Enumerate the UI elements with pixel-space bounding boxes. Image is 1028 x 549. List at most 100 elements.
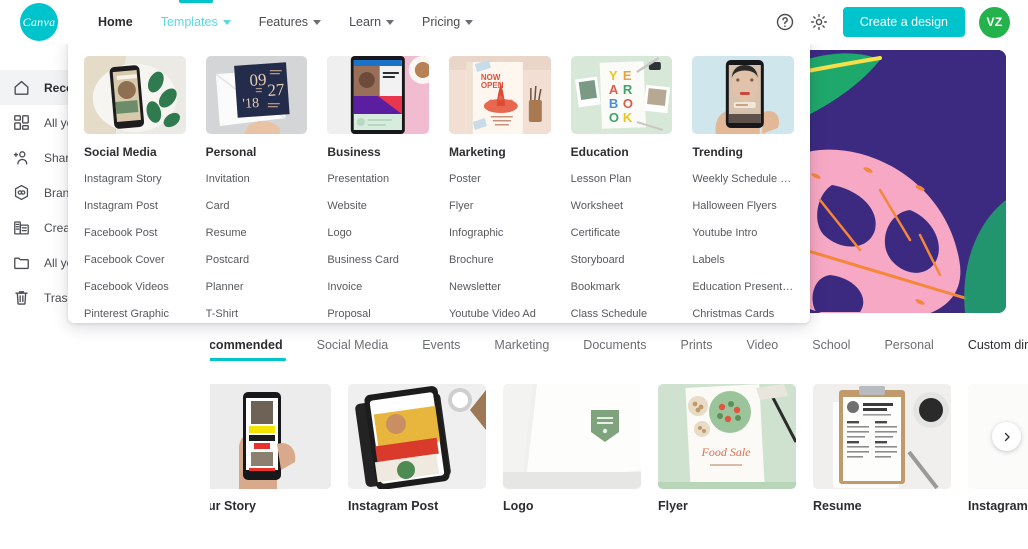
dropdown-column-title: Education: [570, 145, 629, 159]
help-circle-icon[interactable]: [775, 12, 795, 32]
dropdown-column-title: Personal: [205, 145, 257, 159]
navy-date-invitation-thumbnail[interactable]: 09 27 '18: [205, 56, 308, 134]
dropdown-link[interactable]: Proposal: [327, 309, 429, 320]
phone-midyear-sale-thumbnail[interactable]: [348, 384, 486, 489]
dropdown-link[interactable]: Invitation: [206, 174, 308, 185]
dropdown-column-marketing: NOW OPEN Marketing Poster Flyer Infograp…: [448, 56, 551, 320]
green-fresh-co-logo-thumbnail[interactable]: [503, 384, 641, 489]
custom-dimensions-button[interactable]: Custom dimensions: [968, 338, 1028, 361]
dropdown-link[interactable]: Storyboard: [571, 255, 673, 266]
carousel-next-button[interactable]: [992, 422, 1021, 451]
svg-text:O: O: [622, 96, 632, 111]
dropdown-column-business: Business Presentation Website Logo Busin…: [327, 56, 429, 320]
dropdown-link[interactable]: Logo: [327, 228, 429, 239]
dropdown-link[interactable]: Flyer: [449, 201, 551, 212]
tab-documents[interactable]: Documents: [583, 338, 646, 361]
gear-icon[interactable]: [809, 12, 829, 32]
dropdown-link[interactable]: Worksheet: [571, 201, 673, 212]
nav-label: Pricing: [422, 15, 461, 29]
nav-label: Home: [98, 15, 133, 29]
dropdown-column-title: Social Media: [84, 145, 157, 159]
template-card[interactable]: Your Story: [193, 384, 331, 514]
tab-marketing[interactable]: Marketing: [494, 338, 549, 361]
card-label: Instagram: [968, 499, 1028, 513]
chevron-down-icon: [386, 19, 395, 25]
category-tabs: Recommended Social Media Events Marketin…: [190, 338, 1028, 368]
nav-label: Templates: [160, 15, 218, 29]
now-open-poster-thumbnail[interactable]: NOW OPEN: [448, 56, 551, 134]
dropdown-link[interactable]: Certificate: [571, 228, 673, 239]
dropdown-link[interactable]: Facebook Post: [84, 228, 186, 239]
phone-instagram-story-thumbnail[interactable]: [84, 56, 186, 134]
svg-text:Food Sale: Food Sale: [701, 445, 752, 459]
dropdown-link[interactable]: Invoice: [327, 282, 429, 293]
tab-video[interactable]: Video: [746, 338, 778, 361]
dropdown-link[interactable]: Website: [327, 201, 429, 212]
dropdown-link[interactable]: Instagram Story: [84, 174, 186, 185]
tab-social-media[interactable]: Social Media: [317, 338, 389, 361]
nav-item-pricing[interactable]: Pricing: [408, 0, 487, 44]
main-nav: Home Templates Features Learn Pricing: [84, 0, 487, 44]
dropdown-link[interactable]: Labels: [692, 255, 794, 266]
nav-item-templates[interactable]: Templates: [147, 0, 245, 44]
header-actions: Create a design VZ: [775, 6, 1010, 38]
nav-item-learn[interactable]: Learn: [335, 0, 408, 44]
svg-text:B: B: [608, 96, 617, 111]
tab-personal[interactable]: Personal: [884, 338, 933, 361]
dropdown-link[interactable]: Instagram Post: [84, 201, 186, 212]
hand-holding-phone-thumbnail[interactable]: [692, 56, 794, 134]
dropdown-link[interactable]: Class Schedule: [571, 309, 673, 320]
tab-events[interactable]: Events: [422, 338, 460, 361]
trash-icon: [12, 288, 31, 307]
nav-item-home[interactable]: Home: [84, 0, 147, 44]
clipboard-resume-thumbnail[interactable]: [813, 384, 951, 489]
template-card[interactable]: Food Sale Flyer: [658, 384, 796, 514]
dropdown-link[interactable]: Facebook Videos: [84, 282, 186, 293]
svg-text:Y: Y: [608, 68, 617, 83]
folder-icon: [12, 253, 31, 272]
create-a-design-button[interactable]: Create a design: [842, 7, 965, 37]
template-card-row: Your Story Instagram Post Logo Food Sale…: [193, 384, 1028, 514]
tab-school[interactable]: School: [812, 338, 850, 361]
food-sale-flyer-thumbnail[interactable]: Food Sale: [658, 384, 796, 489]
user-avatar[interactable]: VZ: [979, 6, 1010, 38]
dropdown-link[interactable]: Bookmark: [571, 282, 673, 293]
template-card[interactable]: Instagram: [968, 384, 1028, 514]
dropdown-link[interactable]: Newsletter: [449, 282, 551, 293]
dropdown-link[interactable]: Brochure: [449, 255, 551, 266]
dropdown-link[interactable]: Lesson Plan: [571, 174, 673, 185]
dropdown-link[interactable]: Resume: [206, 228, 308, 239]
nav-item-features[interactable]: Features: [245, 0, 335, 44]
dropdown-link[interactable]: Infographic: [449, 228, 551, 239]
dropdown-link[interactable]: Planner: [206, 282, 308, 293]
dropdown-link[interactable]: Card: [206, 201, 308, 212]
svg-text:E: E: [622, 68, 631, 83]
share-person-icon: [12, 148, 31, 167]
dropdown-link[interactable]: Youtube Intro: [692, 228, 794, 239]
template-card[interactable]: Logo: [503, 384, 641, 514]
dropdown-column-personal: 09 27 '18 Personal Invitation Card Resum: [205, 56, 308, 320]
yearbook-cover-thumbnail[interactable]: Y E A R B O O K: [570, 56, 673, 134]
svg-text:A: A: [608, 82, 618, 97]
dropdown-link[interactable]: Presentation: [327, 174, 429, 185]
hand-phone-birthday-sale-thumbnail[interactable]: [193, 384, 331, 489]
dropdown-link[interactable]: Pinterest Graphic: [84, 309, 186, 320]
dropdown-link[interactable]: Business Card: [327, 255, 429, 266]
dropdown-link[interactable]: Education Presentati...: [692, 282, 794, 293]
template-card[interactable]: Resume: [813, 384, 951, 514]
tab-prints[interactable]: Prints: [681, 338, 713, 361]
svg-text:K: K: [622, 110, 632, 125]
team-building-icon: [12, 218, 31, 237]
dropdown-link[interactable]: Weekly Schedule Pla...: [692, 174, 794, 185]
dropdown-link[interactable]: Postcard: [206, 255, 308, 266]
nav-label: Learn: [349, 15, 382, 29]
dropdown-link[interactable]: Youtube Video Ad: [449, 309, 551, 320]
dropdown-link[interactable]: T-Shirt: [206, 309, 308, 320]
dropdown-link[interactable]: Poster: [449, 174, 551, 185]
dropdown-link[interactable]: Halloween Flyers: [692, 201, 794, 212]
canva-logo[interactable]: Canva: [20, 3, 58, 41]
dropdown-link[interactable]: Christmas Cards: [692, 309, 794, 320]
template-card[interactable]: Instagram Post: [348, 384, 486, 514]
dropdown-link[interactable]: Facebook Cover: [84, 255, 186, 266]
phone-pink-business-post-thumbnail[interactable]: [327, 56, 429, 134]
